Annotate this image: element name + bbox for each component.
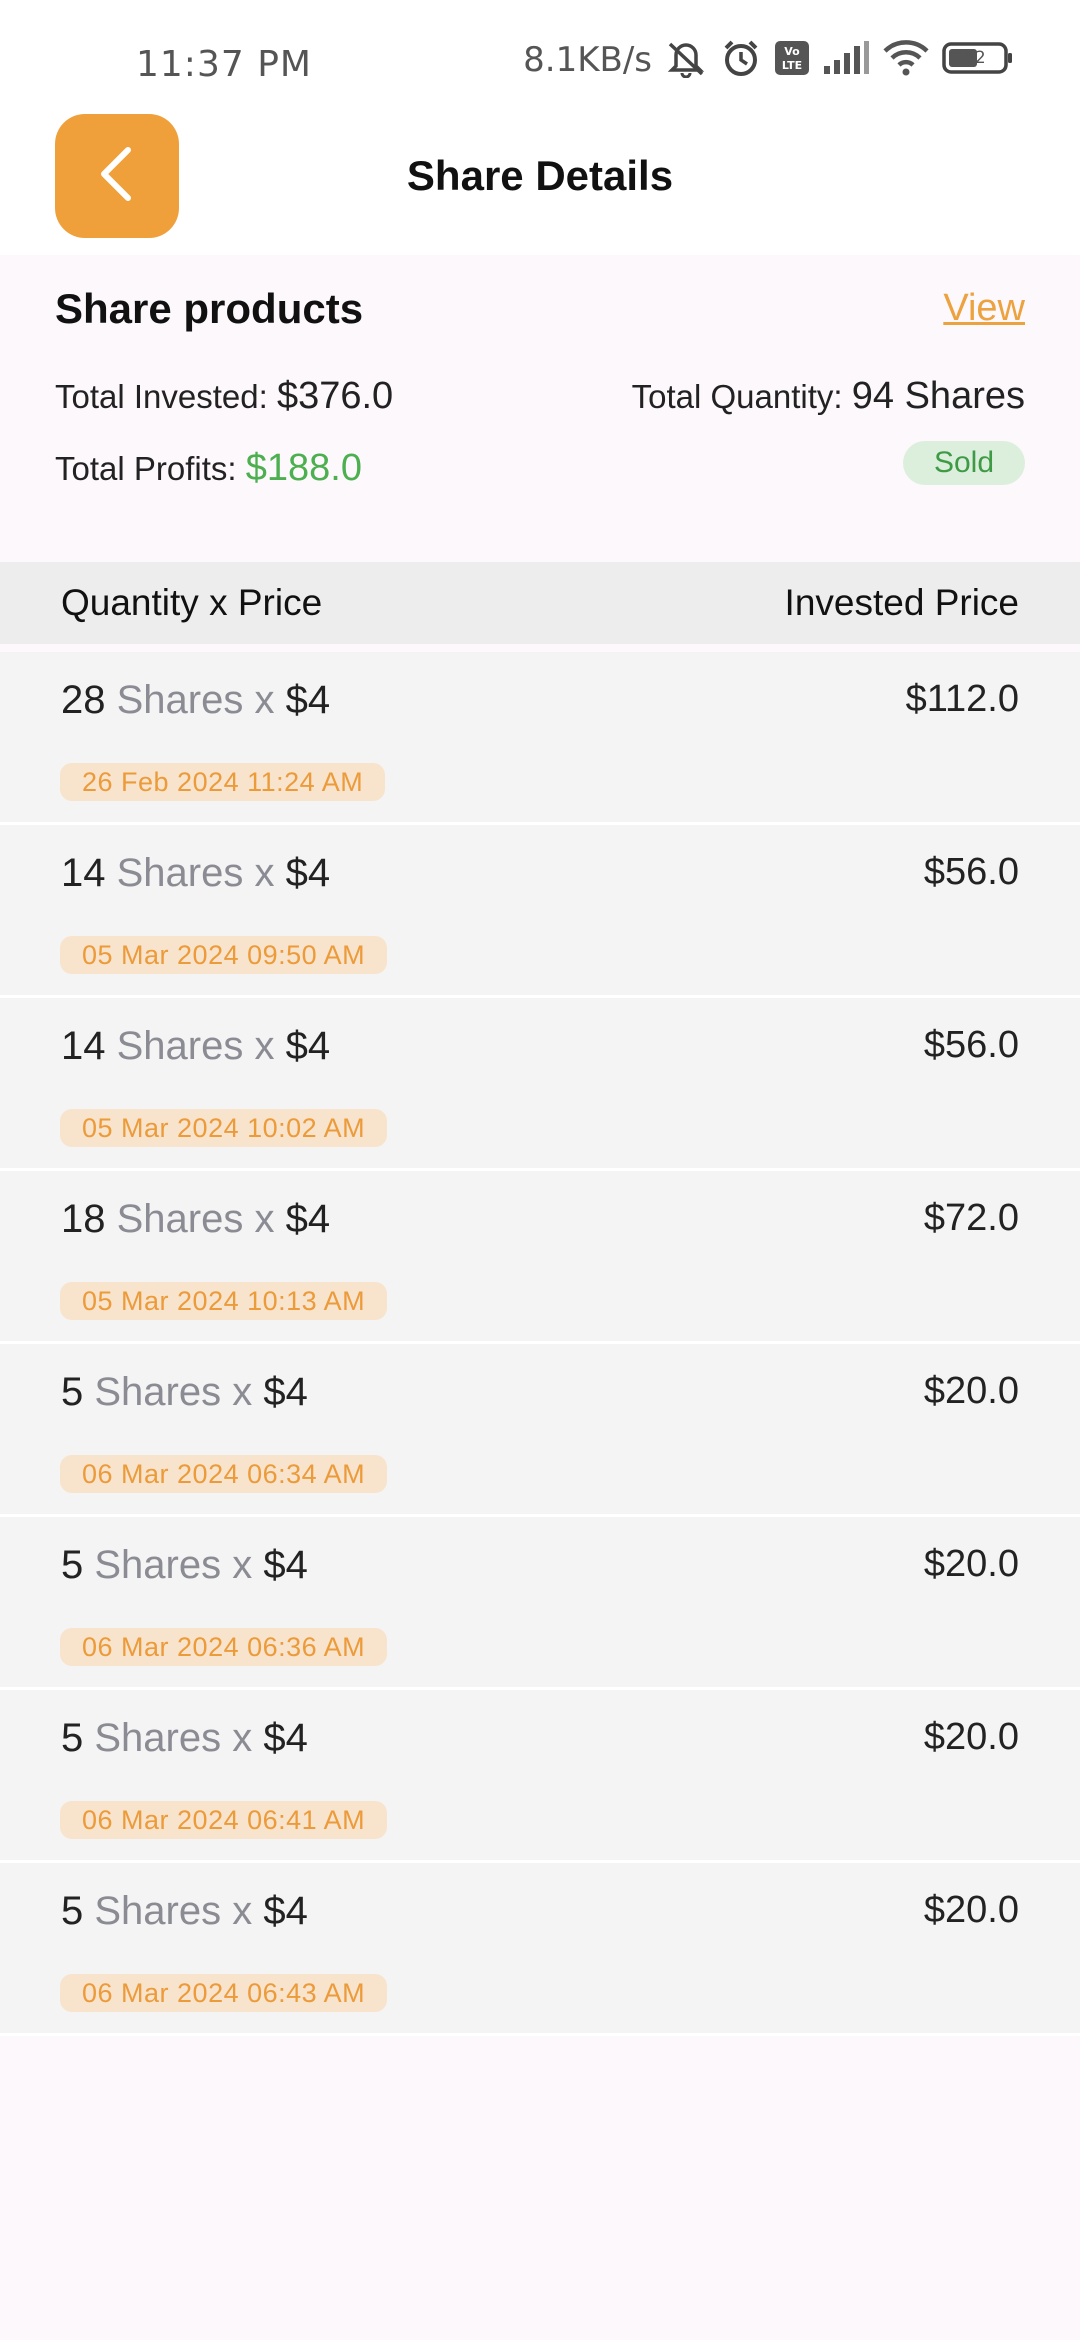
purchase-list: 28 Shares x $4 $112.0 26 Feb 2024 11:24 … bbox=[0, 652, 1080, 2036]
row-invested-price: $56.0 bbox=[923, 1024, 1019, 1066]
signal-icon bbox=[822, 40, 870, 81]
row-date-badge: 06 Mar 2024 06:36 AM bbox=[60, 1628, 388, 1666]
total-profits-label: Total Profits: bbox=[55, 450, 237, 487]
network-speed: 8.1KB/s bbox=[523, 40, 652, 80]
row-shares-word: Shares x bbox=[116, 1024, 275, 1068]
row-quantity: 5 bbox=[61, 1370, 84, 1414]
status-bar: 11:37 PM 8.1KB/s Vo LTE 52 bbox=[0, 0, 1080, 110]
row-shares-word: Shares x bbox=[116, 851, 275, 895]
total-quantity-value: 94 Shares bbox=[851, 375, 1025, 417]
total-quantity: Total Quantity: 94 Shares bbox=[632, 375, 1025, 418]
row-shares-word: Shares x bbox=[94, 1889, 253, 1933]
status-time: 11:37 PM bbox=[136, 44, 312, 85]
row-quantity-price: 28 Shares x $4 bbox=[61, 678, 330, 723]
row-quantity: 5 bbox=[61, 1543, 84, 1587]
row-invested-price: $56.0 bbox=[923, 851, 1019, 893]
row-shares-word: Shares x bbox=[116, 678, 275, 722]
column-header-invested-price: Invested Price bbox=[784, 582, 1019, 623]
row-quantity-price: 5 Shares x $4 bbox=[61, 1370, 308, 1415]
row-unit-price: $4 bbox=[285, 1024, 331, 1068]
row-unit-price: $4 bbox=[285, 1197, 331, 1241]
table-row: 28 Shares x $4 $112.0 26 Feb 2024 11:24 … bbox=[0, 652, 1080, 825]
row-quantity: 14 bbox=[61, 1024, 106, 1068]
summary-row-profits: Total Profits: $188.0 Sold bbox=[55, 441, 1025, 490]
table-row: 18 Shares x $4 $72.0 05 Mar 2024 10:13 A… bbox=[0, 1171, 1080, 1344]
table-row: 14 Shares x $4 $56.0 05 Mar 2024 09:50 A… bbox=[0, 825, 1080, 998]
row-quantity: 5 bbox=[61, 1889, 84, 1933]
table-row: 5 Shares x $4 $20.0 06 Mar 2024 06:36 AM bbox=[0, 1517, 1080, 1690]
row-unit-price: $4 bbox=[285, 678, 331, 722]
table-header: Quantity x Price Invested Price bbox=[0, 562, 1080, 644]
app-bar: Share Details bbox=[0, 110, 1080, 255]
row-quantity: 5 bbox=[61, 1716, 84, 1760]
row-invested-price: $20.0 bbox=[923, 1716, 1019, 1758]
row-quantity-price: 14 Shares x $4 bbox=[61, 1024, 330, 1069]
row-date-badge: 06 Mar 2024 06:41 AM bbox=[60, 1801, 388, 1839]
column-header-quantity-price: Quantity x Price bbox=[61, 582, 323, 623]
row-unit-price: $4 bbox=[263, 1889, 308, 1933]
alarm-icon bbox=[720, 38, 762, 83]
page-title: Share Details bbox=[406, 152, 674, 199]
view-link[interactable]: View bbox=[943, 287, 1025, 330]
row-invested-price: $20.0 bbox=[923, 1889, 1019, 1931]
row-invested-price: $72.0 bbox=[923, 1197, 1019, 1239]
row-quantity: 28 bbox=[61, 678, 106, 722]
row-date-badge: 05 Mar 2024 10:13 AM bbox=[60, 1282, 388, 1320]
row-date-badge: 06 Mar 2024 06:43 AM bbox=[60, 1974, 388, 2012]
row-invested-price: $20.0 bbox=[923, 1543, 1019, 1585]
total-quantity-label: Total Quantity: bbox=[631, 378, 843, 415]
summary-section: Share products View Total Invested: $376… bbox=[0, 255, 1080, 560]
volte-icon: Vo LTE bbox=[774, 40, 810, 81]
table-row: 5 Shares x $4 $20.0 06 Mar 2024 06:43 AM bbox=[0, 1863, 1080, 2036]
row-quantity: 18 bbox=[61, 1197, 106, 1241]
status-badge: Sold bbox=[903, 441, 1025, 485]
row-quantity-price: 5 Shares x $4 bbox=[61, 1889, 308, 1934]
row-invested-price: $112.0 bbox=[905, 678, 1019, 720]
row-date-badge: 26 Feb 2024 11:24 AM bbox=[60, 763, 386, 801]
mute-bell-icon bbox=[664, 38, 708, 83]
row-shares-word: Shares x bbox=[94, 1370, 253, 1414]
table-row: 14 Shares x $4 $56.0 05 Mar 2024 10:02 A… bbox=[0, 998, 1080, 1171]
row-shares-word: Shares x bbox=[94, 1716, 253, 1760]
row-quantity-price: 5 Shares x $4 bbox=[61, 1543, 308, 1588]
row-unit-price: $4 bbox=[285, 851, 331, 895]
row-quantity-price: 5 Shares x $4 bbox=[61, 1716, 308, 1761]
total-profits-value: $188.0 bbox=[245, 447, 362, 489]
row-shares-word: Shares x bbox=[94, 1543, 253, 1587]
wifi-icon bbox=[882, 39, 930, 82]
svg-text:Vo: Vo bbox=[784, 45, 800, 58]
table-row: 5 Shares x $4 $20.0 06 Mar 2024 06:41 AM bbox=[0, 1690, 1080, 1863]
row-shares-word: Shares x bbox=[116, 1197, 275, 1241]
row-date-badge: 05 Mar 2024 09:50 AM bbox=[60, 936, 388, 974]
row-unit-price: $4 bbox=[263, 1716, 308, 1760]
status-icons: 8.1KB/s Vo LTE 52 bbox=[523, 38, 1014, 83]
battery-level: 52 bbox=[964, 47, 986, 68]
total-invested-label: Total Invested: bbox=[55, 378, 268, 415]
battery-icon: 52 bbox=[942, 41, 1014, 80]
row-invested-price: $20.0 bbox=[923, 1370, 1019, 1412]
row-date-badge: 06 Mar 2024 06:34 AM bbox=[60, 1455, 388, 1493]
svg-text:LTE: LTE bbox=[782, 59, 802, 72]
summary-title: Share products bbox=[55, 285, 364, 332]
row-unit-price: $4 bbox=[263, 1370, 308, 1414]
row-quantity: 14 bbox=[61, 851, 106, 895]
summary-row-invested: Total Invested: $376.0 Total Quantity: 9… bbox=[55, 375, 1025, 418]
total-invested-value: $376.0 bbox=[276, 375, 394, 417]
row-date-badge: 05 Mar 2024 10:02 AM bbox=[60, 1109, 388, 1147]
row-quantity-price: 14 Shares x $4 bbox=[61, 851, 330, 896]
row-unit-price: $4 bbox=[263, 1543, 308, 1587]
table-row: 5 Shares x $4 $20.0 06 Mar 2024 06:34 AM bbox=[0, 1344, 1080, 1517]
row-quantity-price: 18 Shares x $4 bbox=[61, 1197, 330, 1242]
